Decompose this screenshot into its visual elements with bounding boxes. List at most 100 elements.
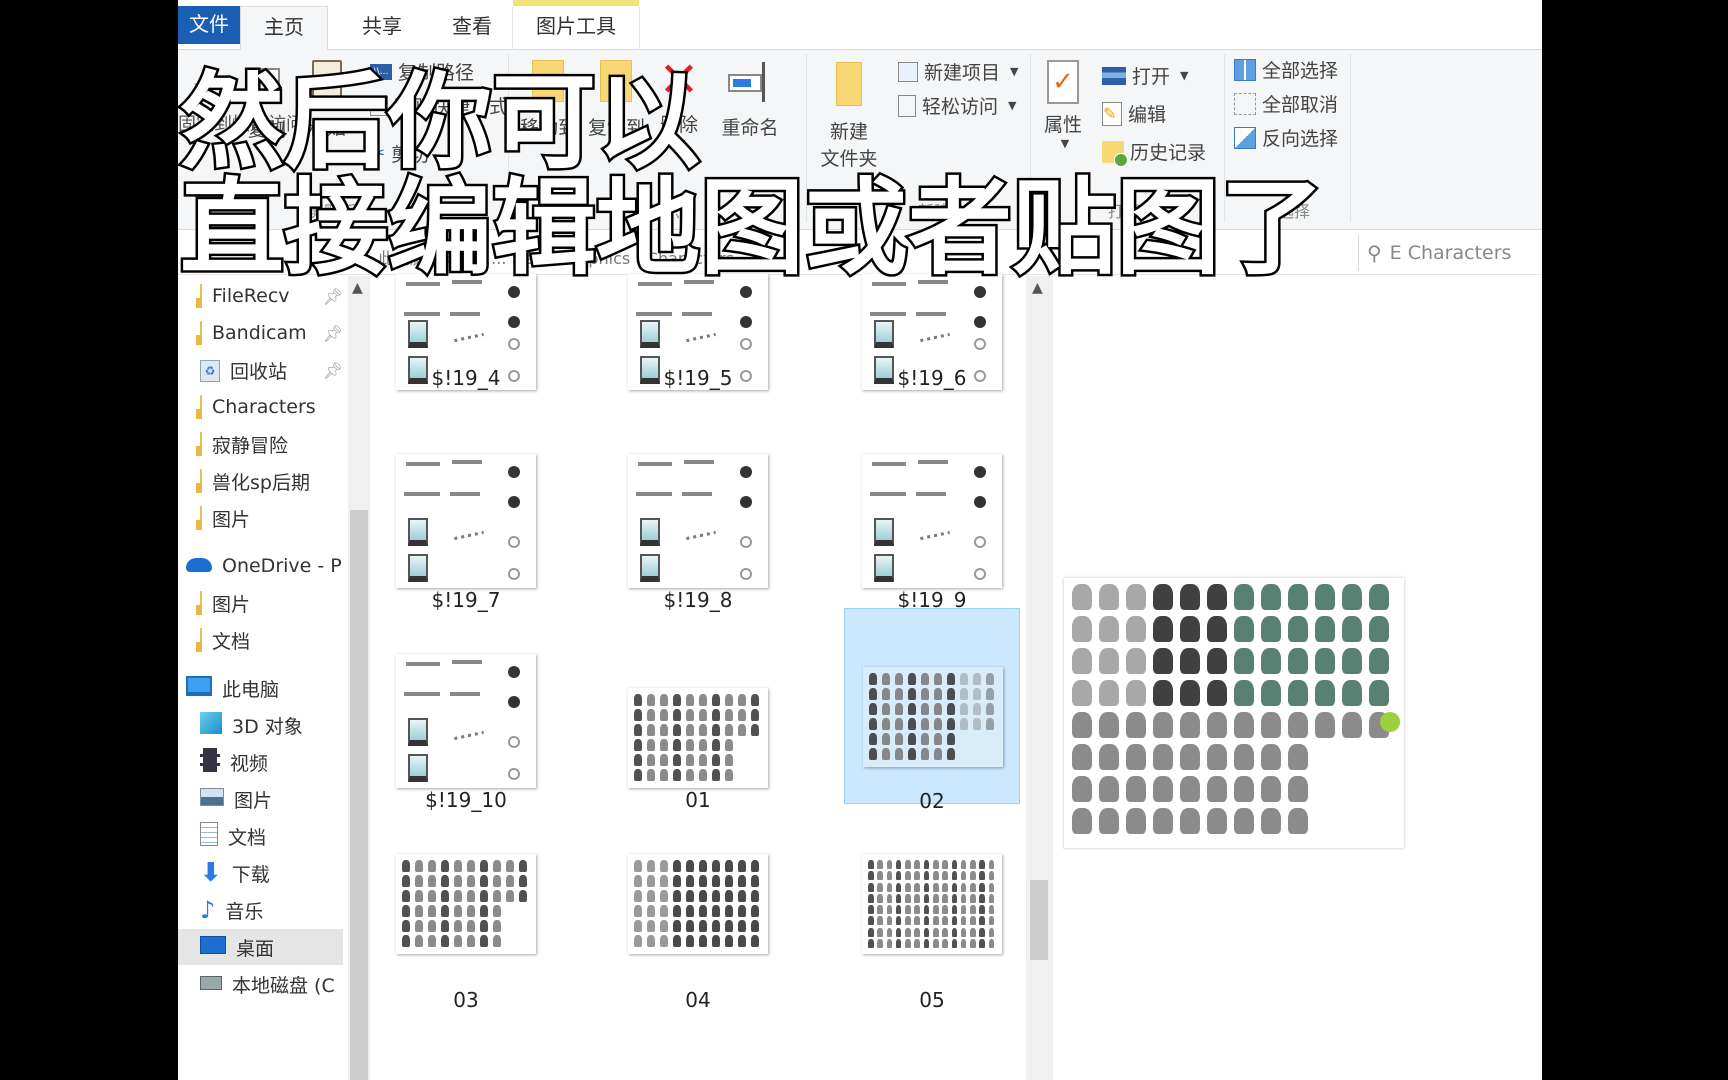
copy-to-button[interactable]: 复制到 xyxy=(588,60,645,140)
sidebar-item-label: 文档 xyxy=(212,630,251,653)
file-item[interactable]: 03 xyxy=(378,808,554,1012)
sidebar-item[interactable]: 图片 xyxy=(178,585,343,621)
pin-icon[interactable]: 📌︎ xyxy=(323,287,343,306)
paste-button[interactable]: 粘贴 xyxy=(302,60,352,140)
sidebar-item[interactable]: ♪ 音乐 xyxy=(178,892,343,928)
file-item[interactable]: 05 xyxy=(844,808,1020,1012)
file-item[interactable]: 01 xyxy=(610,608,786,812)
navigation-scrollbar[interactable]: ▲ xyxy=(348,276,370,1080)
file-item[interactable]: $!19_9 xyxy=(844,408,1020,612)
sidebar-item[interactable]: 本地磁盘 (C xyxy=(178,966,343,1002)
sprite-frame xyxy=(1099,584,1119,610)
pin-icon[interactable]: 📌︎ xyxy=(323,324,343,343)
sprite-frame xyxy=(1180,744,1200,770)
file-item[interactable]: $!19_5 xyxy=(610,216,786,412)
sprite-frame xyxy=(1153,616,1173,642)
sprite-frame xyxy=(1153,648,1173,674)
new-folder-button[interactable]: 新建 文件夹 xyxy=(816,62,882,171)
tab-picture-tools[interactable]: 图片工具 xyxy=(512,0,640,50)
group-label-clipboard: 剪贴板 xyxy=(308,202,357,221)
sidebar-item-label: FileRecv xyxy=(212,285,290,307)
sprite-frame xyxy=(1315,648,1335,674)
downloads-icon: ⬇ xyxy=(200,857,222,888)
pin-icon[interactable]: 📌︎ xyxy=(323,361,343,380)
sidebar-item[interactable]: 视频 xyxy=(178,744,343,780)
videos-icon xyxy=(200,747,220,777)
sprite-frame xyxy=(1261,712,1281,738)
file-item[interactable]: 04 xyxy=(610,808,786,1012)
easy-access-button[interactable]: 轻松访问 ▼ xyxy=(898,92,1016,119)
tab-file[interactable]: 文件 xyxy=(178,6,240,44)
file-item[interactable]: $!19_10 xyxy=(378,608,554,812)
select-none-button[interactable]: 全部取消 xyxy=(1234,90,1338,117)
ribbon-divider xyxy=(806,54,807,222)
folder-icon xyxy=(200,395,202,419)
sidebar-item[interactable]: 桌面 xyxy=(178,929,343,965)
new-item-button[interactable]: 新建项目 ▼ xyxy=(898,58,1018,85)
easy-access-icon xyxy=(898,94,916,117)
sidebar-item[interactable]: 文档 xyxy=(178,622,343,658)
sprite-frame xyxy=(1261,584,1281,610)
file-item[interactable]: 02 xyxy=(844,608,1020,813)
pin-quick-access-button[interactable]: ✦ 固定到快速访问 xyxy=(178,68,304,136)
sidebar-item[interactable]: 寂静冒险 xyxy=(178,426,343,462)
sprite-frame xyxy=(1072,776,1092,802)
folder-icon xyxy=(200,321,202,345)
sidebar-item[interactable]: ♻ 回收站 📌︎ xyxy=(178,352,343,388)
sidebar-item[interactable]: FileRecv 📌︎ xyxy=(178,278,343,314)
file-item[interactable]: $!19_8 xyxy=(610,408,786,612)
scrollbar-thumb[interactable] xyxy=(350,510,368,1080)
sidebar-item[interactable]: Characters xyxy=(178,389,343,425)
cut-button[interactable]: ✂ 剪切 xyxy=(370,140,429,167)
sprite-frame xyxy=(1342,616,1362,642)
scroll-up-icon[interactable]: ▲ xyxy=(1032,280,1043,296)
file-item[interactable]: $!19_7 xyxy=(378,408,554,612)
copy-path-button[interactable]: \\... 复制路径 xyxy=(370,58,474,85)
invert-selection-button[interactable]: 反向选择 xyxy=(1234,124,1338,151)
paste-shortcut-button[interactable]: 粘贴快捷方式 xyxy=(370,92,508,119)
sprite-frame xyxy=(1153,808,1173,834)
properties-button[interactable]: ✓ 属性 ▼ xyxy=(1038,60,1088,150)
sprite-frame xyxy=(1315,712,1335,738)
tab-home[interactable]: 主页 xyxy=(240,6,328,50)
file-item[interactable]: $!19_6 xyxy=(844,216,1020,412)
sidebar-item[interactable]: 此电脑 xyxy=(178,670,343,706)
chevron-down-icon: ▼ xyxy=(676,137,686,150)
select-all-button[interactable]: 全部选择 xyxy=(1234,56,1338,83)
scroll-up-icon[interactable]: ▲ xyxy=(352,280,363,296)
history-button[interactable]: 历史记录 xyxy=(1102,138,1206,167)
sidebar-item[interactable]: 兽化sp后期 xyxy=(178,463,343,499)
tab-share[interactable]: 共享 xyxy=(338,6,426,50)
sprite-frame xyxy=(1288,712,1308,738)
chevron-down-icon: ▼ xyxy=(1180,69,1189,82)
tab-view[interactable]: 查看 xyxy=(428,6,516,50)
sidebar-item[interactable]: 图片 xyxy=(178,500,343,536)
open-button[interactable]: 打开 ▼ xyxy=(1102,62,1188,89)
scrollbar-thumb[interactable] xyxy=(1030,880,1048,960)
sidebar-item[interactable]: 文档 xyxy=(178,818,343,854)
sprite-frame xyxy=(1099,648,1119,674)
delete-button[interactable]: ✕ 删除 ▼ xyxy=(654,56,704,150)
sprite-frame xyxy=(1342,712,1362,738)
edit-button[interactable]: ✎ 编辑 xyxy=(1102,100,1166,127)
chevron-down-icon: ▼ xyxy=(1060,137,1070,150)
sidebar-item[interactable]: 3D 对象 xyxy=(178,707,343,743)
file-list-scrollbar[interactable]: ▲ xyxy=(1026,276,1052,1080)
copy-button[interactable]: 复制 xyxy=(244,68,290,142)
rename-button[interactable]: 重命名 xyxy=(716,62,784,140)
sprite-frame xyxy=(1072,648,1092,674)
sidebar-item[interactable]: Bandicam 📌︎ xyxy=(178,315,343,351)
sidebar-item-label: Characters xyxy=(212,396,316,418)
file-item[interactable]: $!19_4 xyxy=(378,216,554,412)
scissors-icon: ✂ xyxy=(370,143,386,164)
sidebar-item[interactable]: ⬇ 下载 xyxy=(178,855,343,891)
search-input[interactable]: ⚲ E Characters xyxy=(1358,235,1542,271)
sidebar-item[interactable]: 图片 xyxy=(178,781,343,817)
sidebar-item[interactable]: OneDrive - P xyxy=(178,548,343,584)
sprite-frame xyxy=(1180,680,1200,706)
move-to-button[interactable]: 移动到 xyxy=(520,60,577,140)
file-thumbnail xyxy=(628,454,768,588)
sprite-frame xyxy=(1315,680,1335,706)
sprite-frame xyxy=(1207,616,1227,642)
sprite-frame xyxy=(1153,584,1173,610)
